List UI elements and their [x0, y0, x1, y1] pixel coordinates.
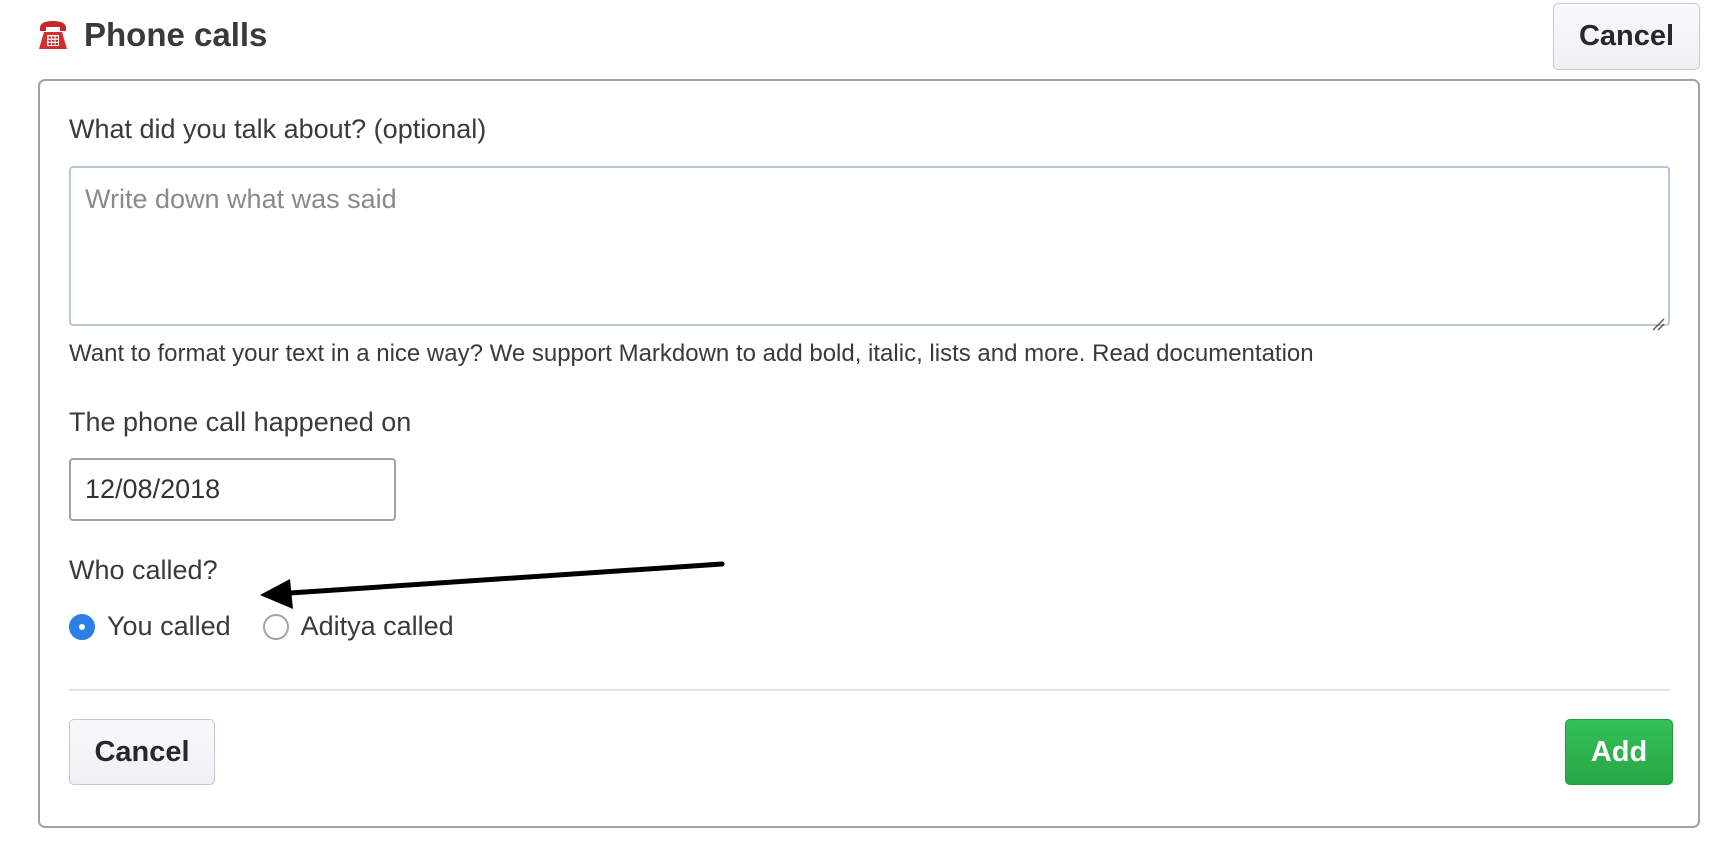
- date-input[interactable]: 12/08/2018: [69, 458, 396, 521]
- annotation-arrow-icon: [260, 561, 725, 609]
- phone-call-form-card: What did you talk about? (optional) Writ…: [38, 79, 1700, 828]
- radio-option-aditya-called[interactable]: Aditya called: [262, 611, 454, 642]
- telephone-icon: [36, 18, 70, 52]
- phone-call-form-page: Phone calls Cancel What did you talk abo…: [0, 0, 1718, 844]
- talk-placeholder: Write down what was said: [85, 184, 397, 214]
- radio-button-unselected[interactable]: [262, 613, 289, 640]
- radio-button-selected[interactable]: [69, 613, 95, 640]
- radio-label-you-called[interactable]: You called: [107, 611, 231, 642]
- resize-handle-icon[interactable]: [1651, 307, 1665, 331]
- radio-option-you-called[interactable]: You called: [69, 611, 231, 642]
- radio-label-aditya-called[interactable]: Aditya called: [301, 611, 454, 642]
- markdown-help-text: Want to format your text in a nice way? …: [69, 340, 1314, 367]
- section-header: Phone calls: [36, 16, 267, 54]
- add-button[interactable]: Add: [1565, 719, 1673, 785]
- talk-textarea[interactable]: Write down what was said: [69, 166, 1670, 331]
- who-called-label: Who called?: [69, 555, 218, 585]
- form-divider: [69, 689, 1670, 691]
- page-title: Phone calls: [84, 16, 268, 53]
- header-cancel-button[interactable]: Cancel: [1553, 3, 1700, 70]
- talk-label: What did you talk about? (optional): [69, 114, 487, 144]
- cancel-button[interactable]: Cancel: [69, 719, 215, 785]
- who-called-radio-group: You called Aditya called: [69, 611, 454, 642]
- date-label: The phone call happened on: [69, 407, 412, 437]
